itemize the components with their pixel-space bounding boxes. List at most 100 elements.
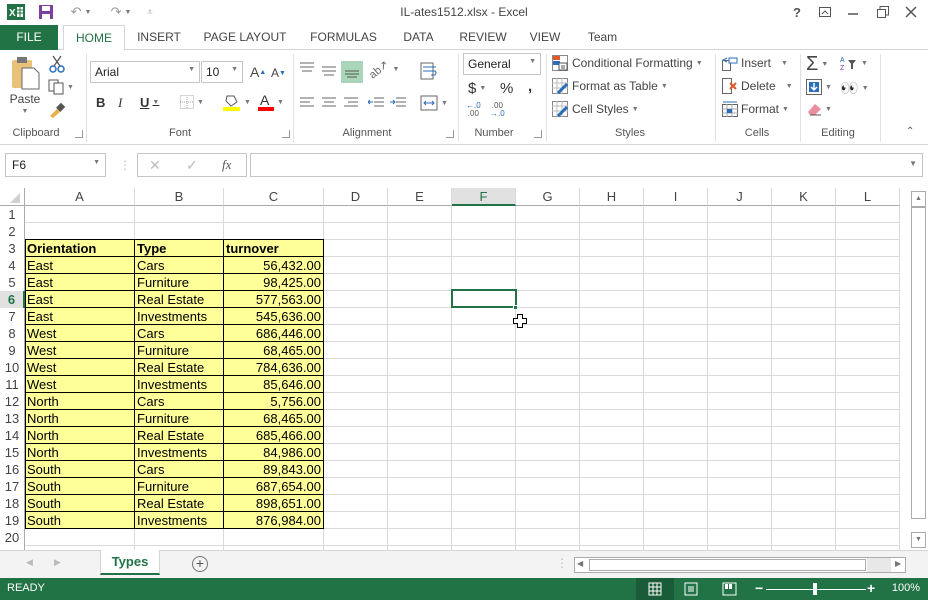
type-cell[interactable]: Furniture xyxy=(135,342,223,359)
row-header-16[interactable]: 16 xyxy=(0,461,25,478)
type-cell[interactable]: Investments xyxy=(135,308,223,325)
turnover-cell[interactable]: 687,654.00 xyxy=(224,478,323,495)
turnover-cell[interactable]: 68,465.00 xyxy=(224,410,323,427)
orientation-cell[interactable]: West xyxy=(25,359,134,376)
format-painter-icon[interactable] xyxy=(48,102,66,118)
row-header-1[interactable]: 1 xyxy=(0,206,25,223)
align-right-button[interactable] xyxy=(344,97,358,108)
top-align-button[interactable] xyxy=(300,62,314,74)
font-launcher-icon[interactable] xyxy=(282,130,290,138)
vertical-scroll-thumb[interactable] xyxy=(911,207,926,519)
row-header-5[interactable]: 5 xyxy=(0,274,25,291)
type-cell[interactable]: Real Estate xyxy=(135,291,223,308)
orientation-cell[interactable]: West xyxy=(25,342,134,359)
table-header-cell[interactable]: turnover xyxy=(224,240,324,257)
row-header-4[interactable]: 4 xyxy=(0,257,25,274)
row-header-14[interactable]: 14 xyxy=(0,427,25,444)
next-sheet-icon[interactable]: ▶ xyxy=(54,557,61,568)
zoom-out-button[interactable]: − xyxy=(755,580,763,596)
row-header-20[interactable]: 20 xyxy=(0,529,25,546)
alignment-launcher-icon[interactable] xyxy=(446,130,454,138)
type-cell[interactable]: Cars xyxy=(135,325,223,342)
tab-team[interactable]: Team xyxy=(580,25,625,50)
column-header-e[interactable]: E xyxy=(388,188,452,206)
type-cell[interactable]: Cars xyxy=(135,393,223,410)
turnover-cell[interactable]: 686,446.00 xyxy=(224,325,323,342)
turnover-cell[interactable]: 876,984.00 xyxy=(224,512,323,529)
copy-button[interactable]: ▼ xyxy=(48,79,74,95)
bottom-align-button[interactable] xyxy=(341,61,363,83)
type-cell[interactable]: Furniture xyxy=(135,478,223,495)
type-cell[interactable]: Real Estate xyxy=(135,495,223,512)
type-cell[interactable]: Investments xyxy=(135,444,223,461)
insert-function-icon[interactable]: fx xyxy=(222,157,231,173)
ribbon-display-options-icon[interactable] xyxy=(814,2,836,22)
column-header-k[interactable]: K xyxy=(772,188,836,206)
new-sheet-icon[interactable]: + xyxy=(192,556,208,572)
type-cell[interactable]: Investments xyxy=(135,376,223,393)
row-header-13[interactable]: 13 xyxy=(0,410,25,427)
column-header-l[interactable]: L xyxy=(836,188,900,206)
orientation-button[interactable]: ab↗ ▼ xyxy=(367,58,399,81)
clipboard-launcher-icon[interactable] xyxy=(75,130,83,138)
type-cell[interactable]: Cars xyxy=(135,257,223,274)
sheet-tab-types[interactable]: Types xyxy=(100,550,160,575)
column-header-b[interactable]: B xyxy=(135,188,224,206)
row-header-3[interactable]: 3 xyxy=(0,240,25,257)
increase-decimal-button[interactable]: ←.0.00 xyxy=(466,102,481,118)
increase-font-size-button[interactable]: A ▲ xyxy=(250,64,266,80)
delete-cells-button[interactable]: Delete ▼ xyxy=(722,78,793,94)
horizontal-scrollbar[interactable]: ◀ ▶ xyxy=(574,557,906,573)
tab-split-handle[interactable]: ⋮ xyxy=(556,556,568,570)
bold-button[interactable]: B xyxy=(96,95,105,110)
turnover-cell[interactable]: 89,843.00 xyxy=(224,461,323,478)
orientation-cell[interactable]: East xyxy=(25,291,134,308)
tab-view[interactable]: VIEW xyxy=(524,25,566,50)
align-center-button[interactable] xyxy=(322,97,336,108)
wrap-text-button[interactable] xyxy=(420,62,438,80)
sort-filter-button[interactable]: A Z ▼ xyxy=(840,55,868,71)
table-header-cell[interactable]: Type xyxy=(135,240,224,257)
collapse-ribbon-icon[interactable]: ⌃ xyxy=(906,126,914,137)
tab-page-layout[interactable]: PAGE LAYOUT xyxy=(199,25,291,50)
decrease-font-size-button[interactable]: A ▼ xyxy=(271,66,286,80)
horizontal-scroll-thumb[interactable] xyxy=(589,559,866,571)
turnover-cell[interactable]: 85,646.00 xyxy=(224,376,323,393)
worksheet-grid[interactable]: A B C D E F G H I J K L 1 2 3 4 5 6 7 8 9 10 11 12 13 14 15 16 17 18 1… xyxy=(0,188,910,550)
turnover-cell[interactable]: 685,466.00 xyxy=(224,427,323,444)
font-name-select[interactable]: Arial ▼ xyxy=(90,61,200,83)
row-header-19[interactable]: 19 xyxy=(0,512,25,529)
column-header-h[interactable]: H xyxy=(580,188,644,206)
orientation-cell[interactable]: South xyxy=(25,461,134,478)
tab-file[interactable]: FILE xyxy=(0,25,58,50)
cut-icon[interactable] xyxy=(48,55,66,73)
zoom-slider-thumb[interactable] xyxy=(813,583,817,595)
row-header-12[interactable]: 12 xyxy=(0,393,25,410)
decrease-indent-button[interactable] xyxy=(368,97,384,108)
restore-icon[interactable] xyxy=(872,2,894,22)
tab-insert[interactable]: INSERT xyxy=(132,25,186,50)
column-header-d[interactable]: D xyxy=(324,188,388,206)
turnover-cell[interactable]: 84,986.00 xyxy=(224,444,323,461)
tab-formulas[interactable]: FORMULAS xyxy=(306,25,381,50)
type-cell[interactable]: Furniture xyxy=(135,410,223,427)
row-header-9[interactable]: 9 xyxy=(0,342,25,359)
orientation-cell[interactable]: South xyxy=(25,495,134,512)
row-header-11[interactable]: 11 xyxy=(0,376,25,393)
orientation-cell[interactable]: South xyxy=(25,512,134,529)
orientation-cell[interactable]: North xyxy=(25,410,134,427)
find-select-button[interactable]: 👀 ▼ xyxy=(840,79,869,97)
decrease-decimal-button[interactable]: .00 →.0 xyxy=(490,102,505,118)
table-header-cell[interactable]: Orientation xyxy=(25,240,135,257)
font-color-button[interactable]: A ▼ xyxy=(258,93,284,111)
fill-button[interactable]: ▼ xyxy=(806,79,832,95)
column-header-g[interactable]: G xyxy=(516,188,580,206)
close-icon[interactable] xyxy=(900,2,922,22)
tab-home[interactable]: HOME xyxy=(63,25,125,51)
number-format-select[interactable]: General ▼ xyxy=(463,53,541,75)
help-icon[interactable]: ? xyxy=(786,2,808,22)
orientation-cell[interactable]: East xyxy=(25,257,134,274)
minimize-icon[interactable] xyxy=(842,2,864,22)
row-header-8[interactable]: 8 xyxy=(0,325,25,342)
type-cell[interactable]: Cars xyxy=(135,461,223,478)
